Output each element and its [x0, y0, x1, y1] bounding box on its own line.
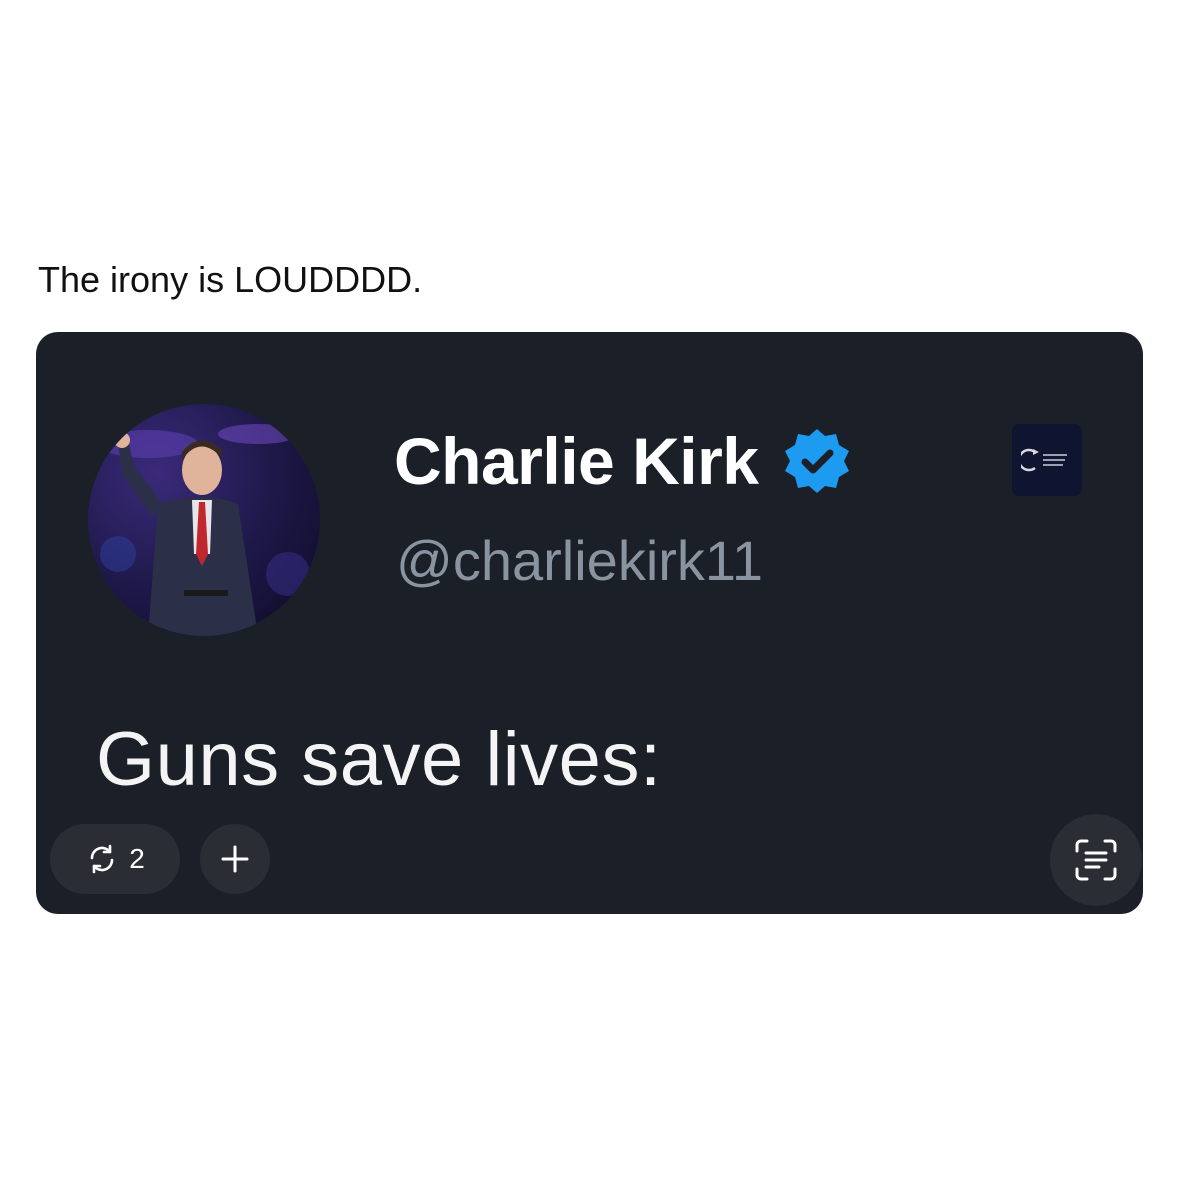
live-text-scan-icon: [1073, 837, 1119, 883]
organization-logo-icon: [1012, 424, 1082, 496]
tweet-screenshot-image[interactable]: Charlie Kirk @charliekirk11 Guns save li…: [36, 332, 1143, 914]
add-button[interactable]: [200, 824, 270, 894]
repost-icon: [85, 842, 119, 876]
display-name: Charlie Kirk: [394, 424, 759, 498]
repost-count-button[interactable]: 2: [50, 824, 180, 894]
repost-count: 2: [129, 843, 145, 874]
avatar-photo: [98, 424, 310, 636]
live-text-button[interactable]: [1050, 814, 1142, 906]
tweet-author-row: Charlie Kirk: [394, 416, 852, 506]
plus-icon: [220, 844, 250, 874]
post-caption: The irony is LOUDDDD.: [38, 259, 423, 300]
verified-badge-icon: [782, 426, 852, 496]
avatar: [88, 404, 320, 636]
user-handle: @charliekirk11: [396, 529, 764, 592]
tweet-text: Guns save lives:: [96, 717, 662, 802]
